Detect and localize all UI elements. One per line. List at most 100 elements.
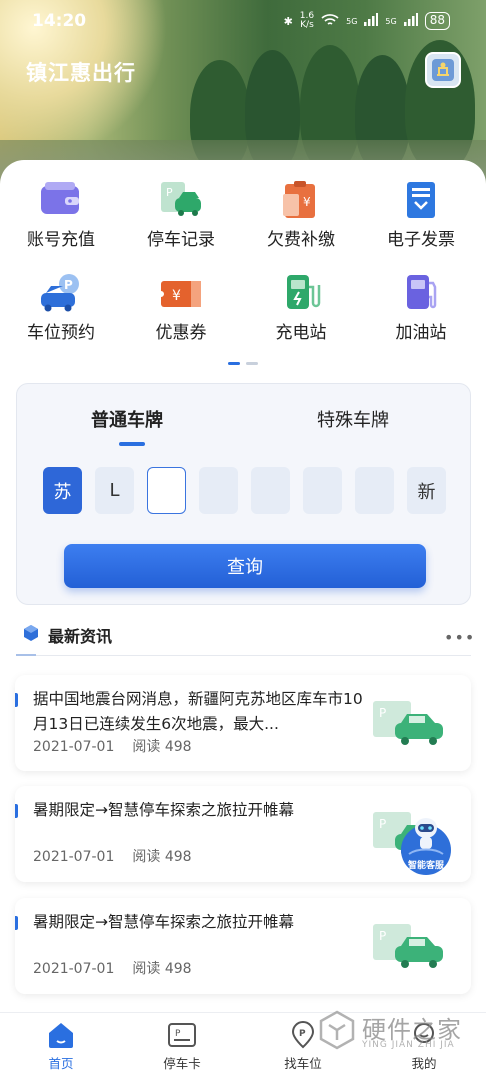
net-speed: 1.6 K/s	[299, 11, 315, 30]
parking-car-thumbnail-icon: P	[373, 701, 443, 745]
svg-text:P: P	[175, 1029, 181, 1039]
news-meta: 2021-07-01 阅读 498	[33, 736, 192, 756]
news-header: 最新资讯	[22, 623, 112, 647]
svg-text:P: P	[64, 278, 73, 292]
bluetooth-icon: ✱	[283, 14, 293, 28]
news-card[interactable]: 据中国地震台网消息，新疆阿克苏地区库车市10月13日已连续发生6次地震，最大..…	[15, 675, 471, 771]
news-meta: 2021-07-01 阅读 498	[33, 958, 192, 978]
find-parking-icon: P	[288, 1021, 318, 1049]
card-accent-bar	[15, 693, 18, 707]
news-section-title: 最新资讯	[48, 627, 113, 646]
parking-record-icon: P	[159, 180, 203, 220]
e-invoice-icon	[399, 180, 443, 220]
wifi-icon	[321, 13, 339, 30]
plate-char-box-active[interactable]	[147, 467, 186, 514]
tab-home[interactable]: 首页	[21, 1021, 101, 1072]
page-indicator	[228, 362, 258, 365]
svg-text:P: P	[379, 929, 386, 943]
divider-accent	[16, 654, 36, 656]
space-reservation-icon: P	[39, 273, 83, 313]
svg-text:¥: ¥	[172, 288, 181, 304]
service-arrears-payment[interactable]: ¥ 欠费补缴	[241, 180, 361, 250]
tab-label: 首页	[48, 1056, 74, 1071]
page-dot-active	[228, 362, 240, 365]
watermark-logo-icon	[319, 1010, 355, 1050]
tab-label: 我的	[411, 1056, 437, 1071]
service-gas-station[interactable]: 加油站	[361, 273, 481, 343]
card-accent-bar	[15, 916, 18, 930]
query-button[interactable]: 查询	[64, 544, 426, 588]
watermark-subtext: YING JIAN ZHI JIA	[362, 1040, 455, 1050]
svg-text:¥: ¥	[303, 195, 311, 209]
plate-letter-box[interactable]: L	[95, 467, 134, 514]
news-card[interactable]: 暑期限定→智慧停车探索之旅拉开帷幕 2021-07-01 阅读 498 P	[15, 898, 471, 994]
svg-text:P: P	[379, 706, 386, 720]
svg-text:P: P	[299, 1029, 306, 1039]
service-label: 车位预约	[27, 323, 95, 343]
service-space-reservation[interactable]: P 车位预约	[1, 273, 121, 343]
plate-province-box[interactable]: 苏	[43, 467, 82, 514]
news-reads: 阅读 498	[132, 849, 192, 865]
smart-service-button[interactable]: 智能客服	[399, 812, 453, 876]
news-meta: 2021-07-01 阅读 498	[33, 846, 192, 866]
app-title: 镇江惠出行	[26, 61, 136, 85]
svg-text:P: P	[379, 817, 386, 831]
plate-char-box[interactable]	[251, 467, 290, 514]
news-headline: 据中国地震台网消息，新疆阿克苏地区库车市10月13日已连续发生6次地震，最大..…	[33, 690, 363, 733]
gas-station-icon	[399, 273, 443, 313]
more-icon[interactable]: •••	[444, 628, 475, 647]
service-label: 电子发票	[387, 230, 455, 250]
news-date: 2021-07-01	[33, 961, 115, 977]
svg-text:P: P	[166, 186, 173, 199]
tab-indicator	[119, 442, 145, 446]
smart-service-label: 智能客服	[407, 861, 444, 871]
tab-special-plate[interactable]: 特殊车牌	[317, 406, 389, 432]
tab-label: 找车位	[284, 1056, 322, 1071]
news-reads: 阅读 498	[132, 961, 192, 977]
charging-station-icon	[279, 273, 323, 313]
service-label: 停车记录	[147, 230, 215, 250]
divider	[16, 655, 471, 656]
status-bar: 14:20 ✱ 1.6 K/s 5G 5G 88	[0, 0, 486, 44]
card-accent-bar	[15, 804, 18, 818]
parking-car-thumbnail-icon: P	[373, 924, 443, 968]
status-time: 14:20	[32, 11, 87, 31]
signal-2-icon	[403, 13, 418, 29]
news-reads: 阅读 498	[132, 739, 192, 755]
news-headline: 暑期限定→智慧停车探索之旅拉开帷幕	[33, 801, 294, 819]
wallet-icon	[39, 180, 83, 220]
service-account-recharge[interactable]: 账号充值	[1, 180, 121, 250]
service-label: 加油站	[395, 323, 447, 343]
news-headline: 暑期限定→智慧停车探索之旅拉开帷幕	[33, 913, 294, 931]
tab-parking-card[interactable]: P 停车卡	[142, 1021, 222, 1072]
service-label: 欠费补缴	[267, 230, 335, 250]
signal-1-label: 5G	[346, 16, 358, 26]
site-watermark: 硬件之家 YING JIAN ZHI JIA	[318, 1008, 478, 1054]
page-dot	[246, 362, 258, 365]
plate-char-box[interactable]	[199, 467, 238, 514]
battery-indicator: 88	[424, 12, 450, 30]
parking-card-icon: P	[167, 1021, 197, 1049]
service-e-invoice[interactable]: 电子发票	[361, 180, 481, 250]
tab-label: 停车卡	[163, 1056, 201, 1071]
news-date: 2021-07-01	[33, 739, 115, 755]
plate-new-energy-box[interactable]: 新	[407, 467, 446, 514]
service-label: 优惠券	[155, 323, 207, 343]
plate-char-box[interactable]	[355, 467, 394, 514]
news-date: 2021-07-01	[33, 849, 115, 865]
arrears-payment-icon: ¥	[279, 180, 323, 220]
city-logo-icon[interactable]	[425, 52, 461, 88]
service-coupon[interactable]: ¥ 优惠券	[121, 273, 241, 343]
plate-char-box[interactable]	[303, 467, 342, 514]
service-parking-record[interactable]: P 停车记录	[121, 180, 241, 250]
coupon-icon: ¥	[158, 273, 203, 313]
service-label: 账号充值	[27, 230, 95, 250]
service-label: 充电站	[275, 323, 327, 343]
cube-icon	[22, 624, 40, 646]
plate-query-card: 普通车牌 特殊车牌 苏 L 新 查询	[16, 383, 471, 605]
signal-2-label: 5G	[385, 16, 397, 26]
signal-1-icon	[364, 13, 379, 29]
service-charging-station[interactable]: 充电站	[241, 273, 361, 343]
tab-normal-plate[interactable]: 普通车牌	[91, 406, 163, 432]
home-icon	[46, 1021, 76, 1049]
